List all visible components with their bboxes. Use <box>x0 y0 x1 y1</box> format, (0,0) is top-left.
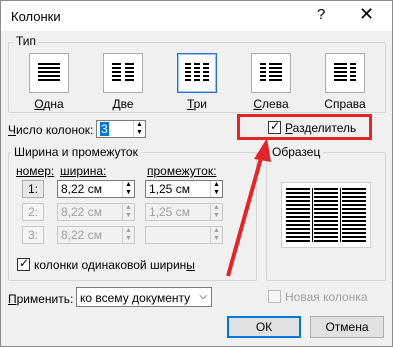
preset-three-button[interactable] <box>177 53 217 93</box>
column-number-2: 2: <box>22 203 44 221</box>
preset-right-label: Справа <box>324 97 366 111</box>
ok-button[interactable]: ОК <box>227 316 301 338</box>
preview-legend: Образец <box>269 145 324 159</box>
width-header: ширина: <box>60 164 107 178</box>
width-spacing-legend: Ширина и промежуток <box>11 145 141 159</box>
width-arrows-1[interactable]: ▲ ▼ <box>122 181 134 197</box>
column-number-3: 3: <box>22 226 44 244</box>
column-number-1: 1: <box>22 180 44 198</box>
column-number-header: номер: <box>16 164 55 178</box>
columns-count-value[interactable]: 3 <box>100 122 109 136</box>
width-arrows-3: ▲ ▼ <box>122 227 134 243</box>
width-input-1[interactable]: 8,22 см ▲ ▼ <box>57 180 135 198</box>
help-icon[interactable]: ? <box>317 6 325 23</box>
preset-two-button[interactable] <box>103 53 143 93</box>
separator-checkbox[interactable]: ✓ <box>268 119 281 134</box>
chevron-down-icon[interactable]: ⌵ <box>199 291 207 302</box>
columns-count-spinner[interactable]: 3 ▲ ▼ <box>96 120 146 138</box>
columns-count-arrows[interactable]: ▲ ▼ <box>133 121 145 137</box>
preset-two-label: Две <box>112 97 134 111</box>
preview-page <box>281 182 371 248</box>
separator-label: Разделитель <box>285 121 357 135</box>
spacing-arrows-1[interactable]: ▲ ▼ <box>210 181 222 197</box>
preset-one-label: Одна <box>34 97 64 111</box>
type-group-legend: Тип <box>13 34 40 48</box>
preset-three-label: Три <box>186 97 208 111</box>
preview-columns-icon <box>286 188 366 242</box>
preset-right-button[interactable] <box>325 53 365 93</box>
dialog-title: Колонки <box>11 9 61 24</box>
one-column-icon <box>30 54 68 92</box>
preset-one-button[interactable] <box>29 53 69 93</box>
three-columns-icon <box>178 54 216 92</box>
spacing-input-2: 1,25 см ▲ ▼ <box>145 203 223 221</box>
preset-left-label: Слева <box>253 97 289 111</box>
columns-dialog: Колонки ? ✕ Тип Одна Две Три Слева Справ… <box>0 0 393 347</box>
columns-count-label: Число колонок: <box>8 123 94 137</box>
new-column-checkbox <box>268 290 281 303</box>
title-bar: Колонки ? ✕ <box>1 1 392 31</box>
width-input-3: 8,22 см ▲ ▼ <box>57 226 135 244</box>
equal-width-label: колонки одинаковой ширины <box>34 258 195 272</box>
close-icon[interactable]: ✕ <box>359 4 374 25</box>
width-arrows-2: ▲ ▼ <box>122 204 134 220</box>
width-input-2: 8,22 см ▲ ▼ <box>57 203 135 221</box>
spacing-input-1[interactable]: 1,25 см ▲ ▼ <box>145 180 223 198</box>
spacing-arrows-2: ▲ ▼ <box>210 204 222 220</box>
equal-width-checkbox[interactable]: ✓ <box>17 256 30 271</box>
new-column-label: Новая колонка <box>285 290 368 304</box>
left-column-icon <box>252 54 290 92</box>
cancel-button[interactable]: Отмена <box>310 316 384 338</box>
apply-select[interactable]: ко всему документу ⌵ <box>76 287 212 307</box>
two-columns-icon <box>104 54 142 92</box>
spacing-arrows-3: ▲ ▼ <box>210 227 222 243</box>
preset-left-button[interactable] <box>251 53 291 93</box>
apply-label: Применить: <box>8 292 74 306</box>
spacing-input-3: ▲ ▼ <box>145 226 223 244</box>
spacing-header: промежуток: <box>147 164 217 178</box>
right-column-icon <box>326 54 364 92</box>
